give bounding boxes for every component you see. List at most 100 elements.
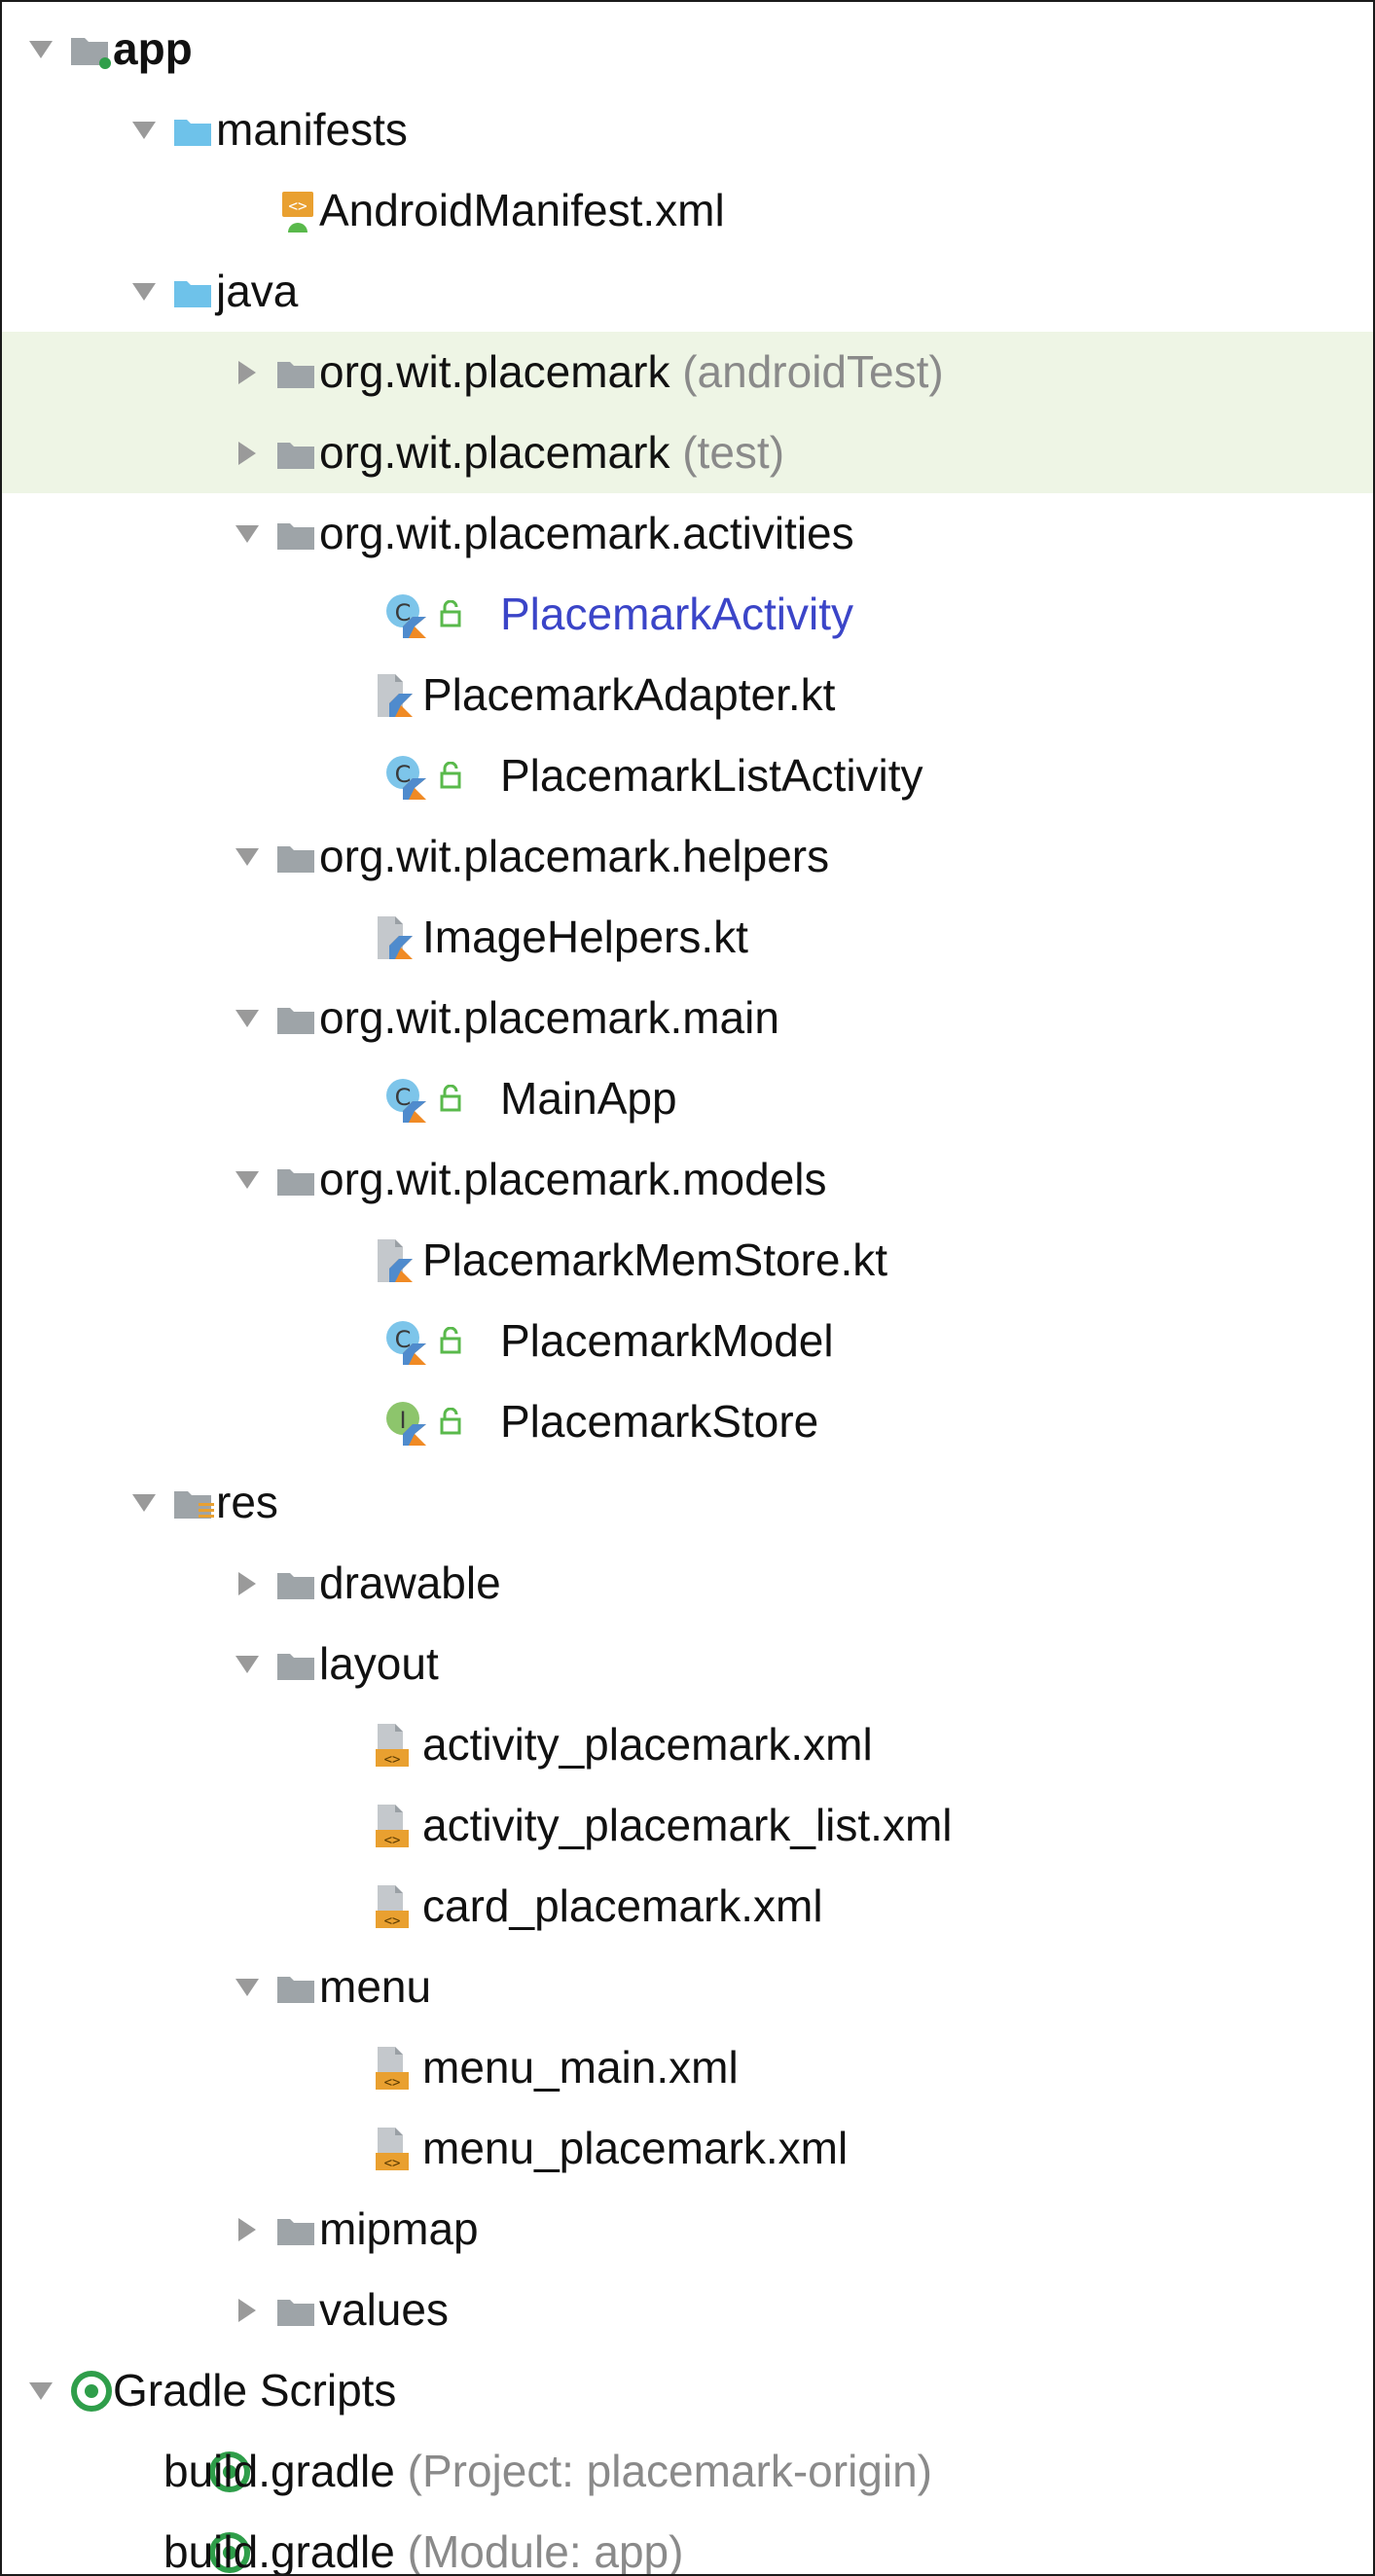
tree-row[interactable]: build.gradle (Project: placemark-origin) [2, 2431, 1373, 2512]
xml-layout-file-icon: <> [374, 1785, 413, 1866]
android-manifest-icon: <> [276, 170, 319, 251]
tree-item-name: PlacemarkListActivity [500, 750, 923, 801]
expand-arrow-down-icon[interactable] [125, 251, 163, 332]
tree-row[interactable]: ImageHelpers.kt [2, 897, 1373, 978]
tree-row[interactable]: C PlacemarkModel [2, 1301, 1373, 1381]
tree-row[interactable]: org.wit.placemark (test) [2, 412, 1373, 493]
expand-arrow-down-icon[interactable] [21, 9, 60, 89]
tree-row[interactable]: <> activity_placemark.xml [2, 1704, 1373, 1785]
xml-layout-file-icon: <> [374, 1704, 413, 1785]
tree-item-name: values [319, 2284, 449, 2335]
tree-item-name: org.wit.placemark.activities [319, 508, 854, 558]
tree-row[interactable]: C MainApp [2, 1058, 1373, 1139]
tree-row[interactable]: org.wit.placemark.helpers [2, 816, 1373, 897]
tree-row[interactable]: build.gradle (Module: app) [2, 2512, 1373, 2574]
tree-row[interactable]: C PlacemarkListActivity [2, 735, 1373, 816]
tree-item-label: drawable [319, 1543, 501, 1624]
tree-row[interactable]: manifests [2, 89, 1373, 170]
expand-arrow-down-icon[interactable] [21, 2350, 60, 2431]
expand-arrow-down-icon[interactable] [125, 1462, 163, 1543]
tree-row[interactable]: org.wit.placemark (androidTest) [2, 332, 1373, 412]
package-folder-icon [276, 493, 315, 574]
expand-arrow-right-icon[interactable] [228, 1543, 267, 1624]
tree-item-name: PlacemarkMemStore.kt [422, 1234, 888, 1285]
expand-arrow-right-icon[interactable] [228, 412, 267, 493]
tree-item-name: PlacemarkModel [500, 1315, 834, 1366]
tree-row[interactable]: java [2, 251, 1373, 332]
tree-row[interactable]: PlacemarkMemStore.kt [2, 1220, 1373, 1301]
tree-row[interactable]: org.wit.placemark.models [2, 1139, 1373, 1220]
tree-row[interactable]: <> AndroidManifest.xml [2, 170, 1373, 251]
package-folder-icon [276, 816, 315, 897]
tree-item-name: menu [319, 1961, 432, 2012]
tree-item-label: res [216, 1462, 278, 1543]
tree-row[interactable]: mipmap [2, 2189, 1373, 2270]
svg-text:<>: <> [384, 2156, 401, 2171]
tree-item-name: ImageHelpers.kt [422, 912, 748, 962]
tree-item-name: org.wit.placemark [319, 427, 670, 478]
tree-row[interactable]: Gradle Scripts [2, 2350, 1373, 2431]
tree-item-label: PlacemarkStore [500, 1381, 818, 1462]
tree-item-label: org.wit.placemark.activities [319, 493, 854, 574]
tree-row[interactable]: <> card_placemark.xml [2, 1866, 1373, 1947]
source-folder-icon [173, 89, 212, 170]
expand-arrow-down-icon[interactable] [228, 1947, 267, 2027]
tree-row[interactable]: <> menu_placemark.xml [2, 2108, 1373, 2189]
tree-item-name: card_placemark.xml [422, 1880, 823, 1931]
kotlin-class-icon: C [385, 574, 465, 655]
expand-arrow-down-icon[interactable] [228, 978, 267, 1058]
gradle-scripts-icon [70, 2350, 113, 2431]
tree-row[interactable]: drawable [2, 1543, 1373, 1624]
tree-item-label: Gradle Scripts [113, 2350, 396, 2431]
tree-row[interactable]: res [2, 1462, 1373, 1543]
tree-item-label: app [113, 9, 193, 89]
tree-item-label: java [216, 251, 298, 332]
tree-item-label: MainApp [500, 1058, 677, 1139]
tree-item-name: MainApp [500, 1073, 677, 1124]
tree-item-qualifier: (test) [682, 427, 785, 478]
tree-item-name: AndroidManifest.xml [319, 185, 725, 235]
source-folder-icon [173, 251, 212, 332]
tree-item-label: build.gradle (Module: app) [163, 2512, 683, 2574]
kotlin-file-icon [374, 655, 413, 735]
tree-item-name: Gradle Scripts [113, 2365, 397, 2415]
tree-row[interactable]: C PlacemarkActivity [2, 574, 1373, 655]
tree-row[interactable]: <> menu_main.xml [2, 2027, 1373, 2108]
expand-arrow-down-icon[interactable] [228, 1624, 267, 1704]
tree-item-name: build.gradle [163, 2446, 395, 2496]
expand-arrow-down-icon[interactable] [125, 89, 163, 170]
tree-item-name: layout [319, 1638, 439, 1689]
package-folder-icon [276, 412, 315, 493]
expand-arrow-down-icon[interactable] [228, 816, 267, 897]
package-folder-icon [276, 1139, 315, 1220]
expand-arrow-right-icon[interactable] [228, 2189, 267, 2270]
tree-item-label: layout [319, 1624, 439, 1704]
tree-row[interactable]: org.wit.placemark.main [2, 978, 1373, 1058]
svg-text:I: I [399, 1407, 406, 1434]
tree-row[interactable]: I PlacemarkStore [2, 1381, 1373, 1462]
expand-arrow-down-icon[interactable] [228, 493, 267, 574]
tree-row[interactable]: layout [2, 1624, 1373, 1704]
tree-item-name: java [216, 266, 299, 316]
svg-text:<>: <> [288, 197, 307, 215]
tree-item-name: activity_placemark.xml [422, 1719, 873, 1770]
tree-row[interactable]: values [2, 2270, 1373, 2350]
svg-text:<>: <> [384, 1833, 401, 1848]
tree-item-qualifier: (androidTest) [682, 346, 944, 397]
tree-row[interactable]: PlacemarkAdapter.kt [2, 655, 1373, 735]
tree-item-label: values [319, 2270, 449, 2350]
expand-arrow-down-icon[interactable] [228, 1139, 267, 1220]
tree-item-label: menu [319, 1947, 431, 2027]
project-tree[interactable]: app manifests <> AndroidManifest.xml java org… [0, 0, 1375, 2576]
tree-row[interactable]: <> activity_placemark_list.xml [2, 1785, 1373, 1866]
tree-item-label: PlacemarkAdapter.kt [422, 655, 835, 735]
tree-row[interactable]: app [2, 9, 1373, 89]
tree-item-label: org.wit.placemark.models [319, 1139, 827, 1220]
tree-item-name: res [216, 1477, 278, 1527]
tree-row[interactable]: menu [2, 1947, 1373, 2027]
expand-arrow-right-icon[interactable] [228, 2270, 267, 2350]
tree-row[interactable]: org.wit.placemark.activities [2, 493, 1373, 574]
expand-arrow-right-icon[interactable] [228, 332, 267, 412]
kotlin-file-icon [374, 897, 413, 978]
tree-item-label: menu_main.xml [422, 2027, 739, 2108]
